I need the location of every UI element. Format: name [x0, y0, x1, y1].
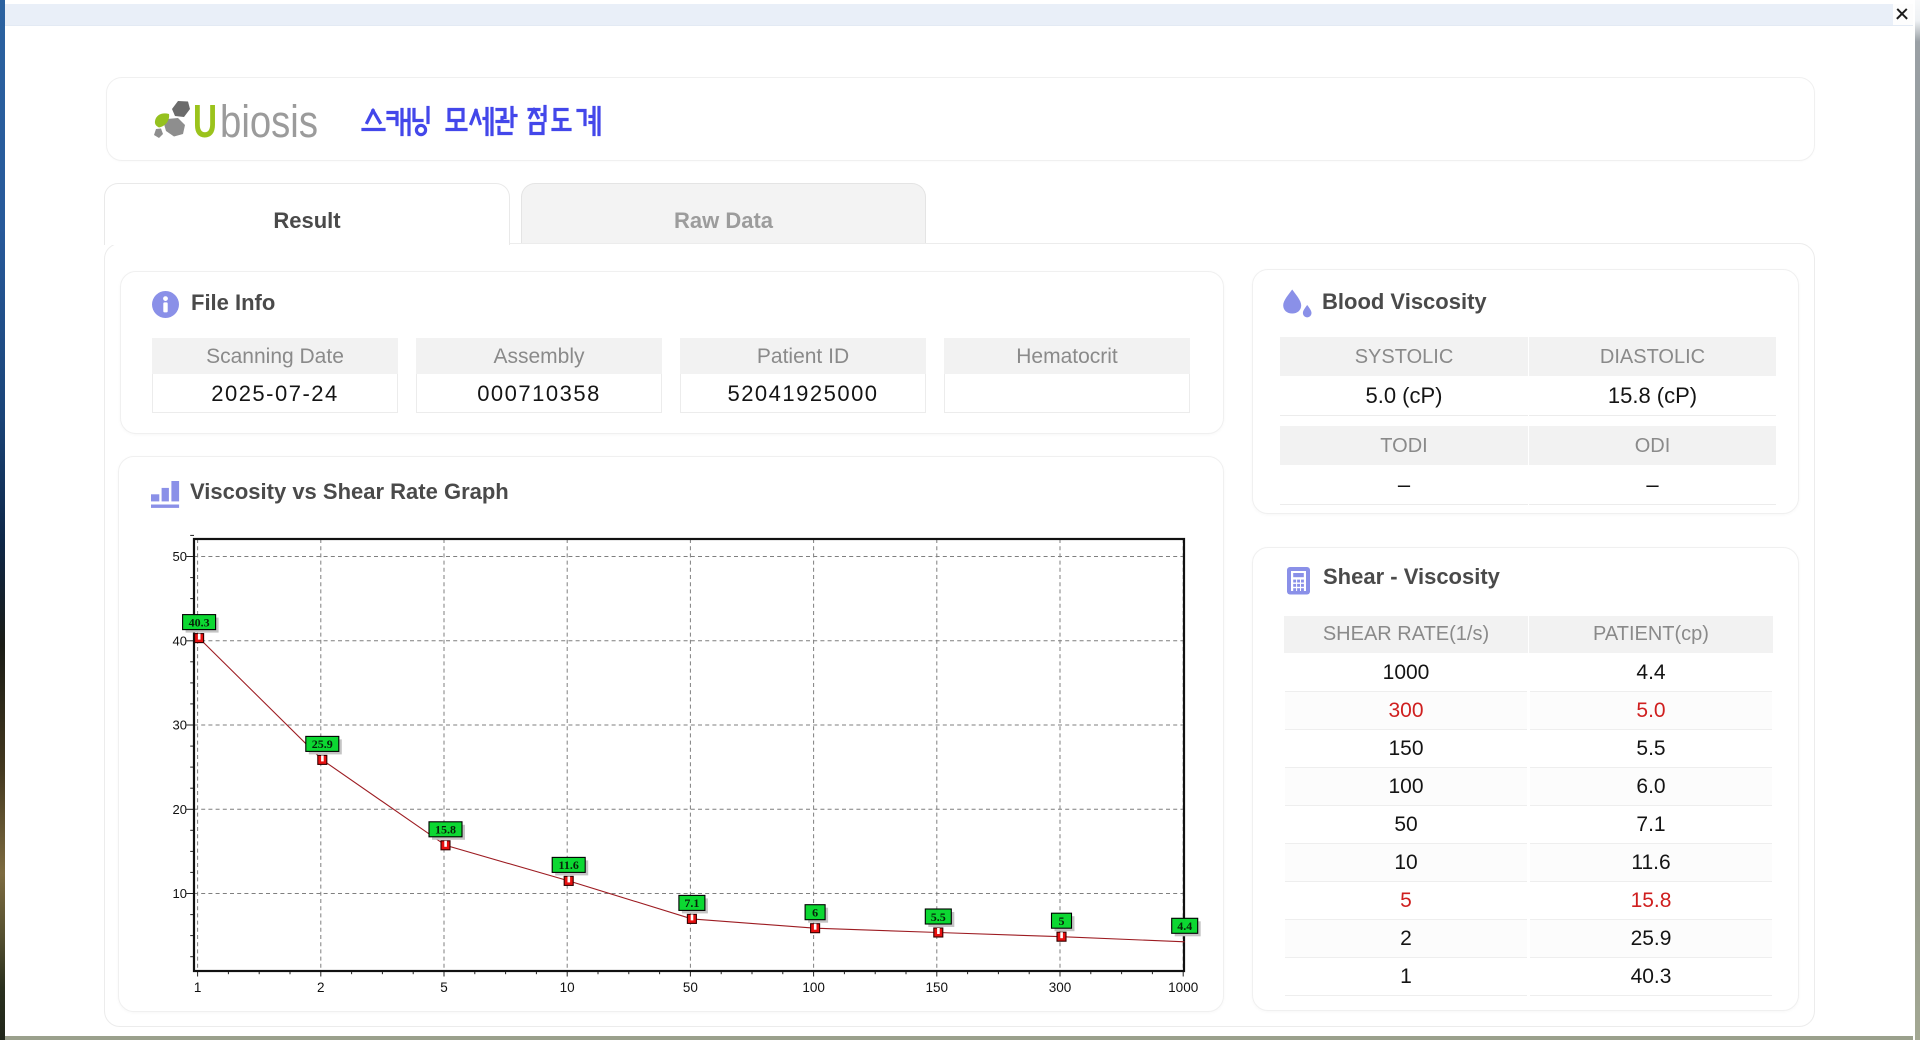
svg-text:1: 1: [194, 980, 202, 995]
svg-text:1000: 1000: [1168, 980, 1198, 995]
svg-text:50: 50: [173, 549, 187, 564]
svg-text:30: 30: [173, 718, 187, 733]
svg-text:20: 20: [173, 802, 187, 817]
svg-text:150: 150: [926, 980, 949, 995]
svg-text:25.9: 25.9: [312, 737, 333, 751]
svg-text:U: U: [193, 95, 217, 145]
svg-text:biosis: biosis: [220, 96, 318, 145]
svg-text:10: 10: [560, 980, 575, 995]
svg-text:5: 5: [440, 980, 448, 995]
svg-text:4.4: 4.4: [1177, 919, 1192, 933]
svg-text:5: 5: [1059, 914, 1065, 928]
svg-text:11.6: 11.6: [559, 858, 579, 872]
svg-text:50: 50: [683, 980, 698, 995]
svg-text:300: 300: [1049, 980, 1072, 995]
svg-text:6: 6: [812, 906, 818, 920]
svg-text:5.5: 5.5: [931, 910, 946, 924]
svg-text:15.8: 15.8: [435, 823, 456, 837]
svg-text:40: 40: [173, 633, 187, 648]
svg-text:40.3: 40.3: [189, 615, 210, 629]
svg-text:100: 100: [802, 980, 825, 995]
svg-text:10: 10: [173, 886, 187, 901]
svg-text:2: 2: [317, 980, 325, 995]
svg-text:7.1: 7.1: [684, 896, 699, 910]
